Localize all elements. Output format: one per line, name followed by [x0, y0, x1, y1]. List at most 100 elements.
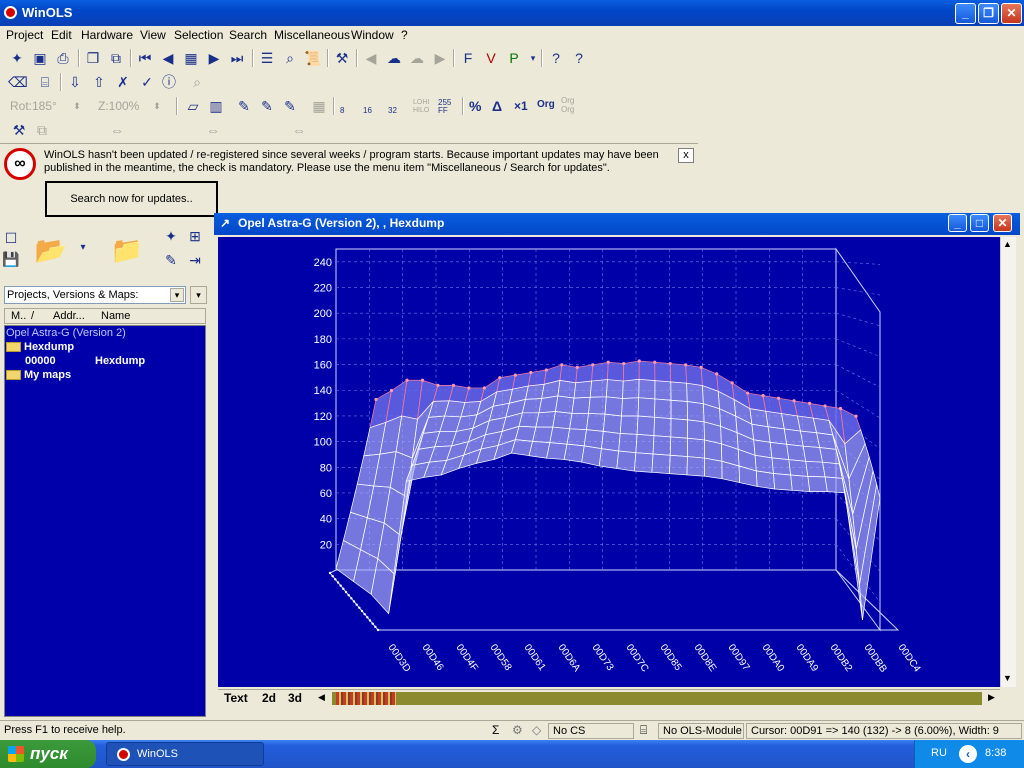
bits-8-button[interactable]: 8 [340, 106, 344, 115]
forward-icon[interactable]: ▶ [431, 49, 449, 67]
chip-write-icon[interactable]: ⇧ [90, 73, 108, 91]
org-button[interactable]: Org [537, 99, 555, 110]
chip-icon[interactable]: ⌸ [36, 73, 54, 91]
start-button[interactable]: пуск [0, 740, 96, 768]
context-help-icon[interactable]: ? [570, 49, 588, 67]
menu-view[interactable]: View [140, 28, 166, 42]
menu-selection[interactable]: Selection [174, 28, 223, 42]
3d-chart[interactable]: 20 40 60 80 100 120 140 160 180 200 220 240 00D3D 00D… [218, 237, 1000, 687]
menu-edit[interactable]: Edit [51, 28, 72, 42]
edit-tool-1-icon[interactable]: ✎ [235, 97, 253, 115]
map-tool-icon[interactable]: ⚒ [10, 121, 28, 139]
print-icon[interactable]: ⎙ [54, 49, 72, 67]
scroll-up-icon[interactable]: ▲ [1003, 239, 1012, 249]
next-icon[interactable]: ▶ [205, 49, 223, 67]
column-m[interactable]: M.. [11, 310, 26, 322]
close-button[interactable]: ✕ [1001, 3, 1022, 24]
menu-help[interactable]: ? [401, 28, 408, 42]
map-tool-2-icon[interactable]: ⧉ [33, 121, 51, 139]
wand-icon[interactable]: ✦ [162, 227, 180, 245]
chevron-down-icon[interactable]: ▾ [170, 288, 184, 302]
list-icon[interactable]: ☰ [258, 49, 276, 67]
search-updates-button[interactable]: Search now for updates.. [45, 181, 218, 217]
export-icon[interactable]: ⇥ [186, 251, 204, 269]
compare-icon[interactable]: ⧉ [107, 49, 125, 67]
restore-button[interactable]: ❐ [978, 3, 999, 24]
menu-window[interactable]: Window [351, 28, 394, 42]
column-address[interactable]: Addr... [53, 310, 85, 322]
first-icon[interactable]: ⏮ [136, 49, 154, 67]
folder-hexdump[interactable]: Hexdump [6, 341, 74, 355]
delta-button[interactable]: Δ [492, 98, 502, 114]
edit-tool-2-icon[interactable]: ✎ [258, 97, 276, 115]
surface-plot[interactable]: 20 40 60 80 100 120 140 160 180 200 220 240 00D3D 00D… [218, 237, 1000, 687]
base-button[interactable]: 255 FF [438, 99, 456, 115]
tools-icon[interactable]: ⚒ [333, 49, 351, 67]
zoom-spinner[interactable]: ⬍ [148, 97, 166, 115]
notice-close-button[interactable]: x [678, 148, 694, 163]
tray-arrow-icon[interactable]: ‹ [959, 745, 977, 763]
back-icon[interactable]: ◀ [362, 49, 380, 67]
scroll-down-icon[interactable]: ▼ [1003, 673, 1012, 683]
download-icon[interactable]: ☁ [408, 49, 426, 67]
column-name[interactable]: Name [101, 310, 130, 322]
language-indicator[interactable]: RU [931, 747, 947, 759]
p-dropdown-icon[interactable]: ▾ [524, 49, 542, 67]
help-icon[interactable]: ? [547, 49, 565, 67]
find-icon[interactable]: ⌕ [281, 49, 299, 67]
tab-2d[interactable]: 2d [262, 691, 276, 706]
p-icon[interactable]: P [505, 49, 523, 67]
child-minimize-button[interactable]: _ [948, 214, 967, 232]
last-icon[interactable]: ⏭ [228, 49, 246, 67]
slider-a[interactable]: ⇔ [100, 121, 134, 139]
map-item-hexdump[interactable]: 00000 Hexdump [25, 355, 205, 369]
eraser-icon[interactable]: ⌫ [8, 73, 28, 91]
chip-verify-icon[interactable]: ✓ [138, 73, 156, 91]
percent-button[interactable]: % [469, 98, 481, 114]
upload-icon[interactable]: ☁ [385, 49, 403, 67]
chip-info-icon[interactable]: ⓘ [160, 73, 178, 91]
menu-project[interactable]: Project [6, 28, 43, 42]
menu-miscellaneous[interactable]: Miscellaneous [274, 28, 350, 42]
project-item[interactable]: Opel Astra-G (Version 2) [6, 327, 126, 341]
panel-menu-button[interactable]: ▾ [190, 286, 207, 304]
slider-b[interactable]: ⇔ [204, 121, 222, 139]
slider-c[interactable]: ⇔ [290, 121, 308, 139]
view-2d-icon[interactable]: ▱ [184, 97, 202, 115]
taskbar-winols[interactable]: WinOLS [106, 742, 264, 766]
org-org-button[interactable]: Org Org [561, 96, 579, 114]
new-icon[interactable]: ☐ [2, 229, 20, 247]
folder-my-maps[interactable]: My maps [6, 369, 71, 383]
bits-32-button[interactable]: 32 [388, 106, 397, 115]
scroll-right-icon[interactable]: ▶ [988, 692, 995, 703]
table-icon[interactable]: ▦ [310, 97, 328, 115]
vertical-scrollbar[interactable]: ▲ ▼ [1000, 237, 1016, 687]
child-maximize-button[interactable]: □ [970, 214, 989, 232]
v-icon[interactable]: V [482, 49, 500, 67]
menu-search[interactable]: Search [229, 28, 267, 42]
search-map-icon[interactable]: ⌕ [188, 73, 206, 91]
add-icon[interactable]: ⊞ [186, 227, 204, 245]
project-filter-select[interactable]: Projects, Versions & Maps: ▾ [4, 286, 186, 304]
hex-overview-strip[interactable] [332, 692, 982, 705]
prev-icon[interactable]: ◀ [159, 49, 177, 67]
open-dropdown-icon[interactable]: ▾ [74, 239, 92, 257]
grid-icon[interactable]: ▦ [182, 49, 200, 67]
open-folder-icon[interactable]: 📂 [34, 235, 68, 265]
scroll-icon[interactable]: 📜 [304, 49, 322, 67]
child-close-button[interactable]: ✕ [993, 214, 1012, 232]
tab-3d[interactable]: 3d [288, 691, 302, 706]
view-columns-icon[interactable]: ▥ [207, 97, 225, 115]
project-icon[interactable]: ▣ [31, 49, 49, 67]
edit-tool-3-icon[interactable]: ✎ [281, 97, 299, 115]
scroll-left-icon[interactable]: ◀ [318, 692, 325, 703]
tab-text[interactable]: Text [224, 691, 248, 706]
minimize-button[interactable]: _ [955, 3, 976, 24]
edit-icon[interactable]: ✎ [162, 251, 180, 269]
f-icon[interactable]: F [459, 49, 477, 67]
save-icon[interactable]: 💾 [2, 250, 20, 268]
wizard-icon[interactable]: ✦ [8, 49, 26, 67]
factor-button[interactable]: ×1 [514, 99, 528, 113]
chip-erase-icon[interactable]: ✗ [114, 73, 132, 91]
import-folder-icon[interactable]: 📁 [110, 235, 144, 265]
